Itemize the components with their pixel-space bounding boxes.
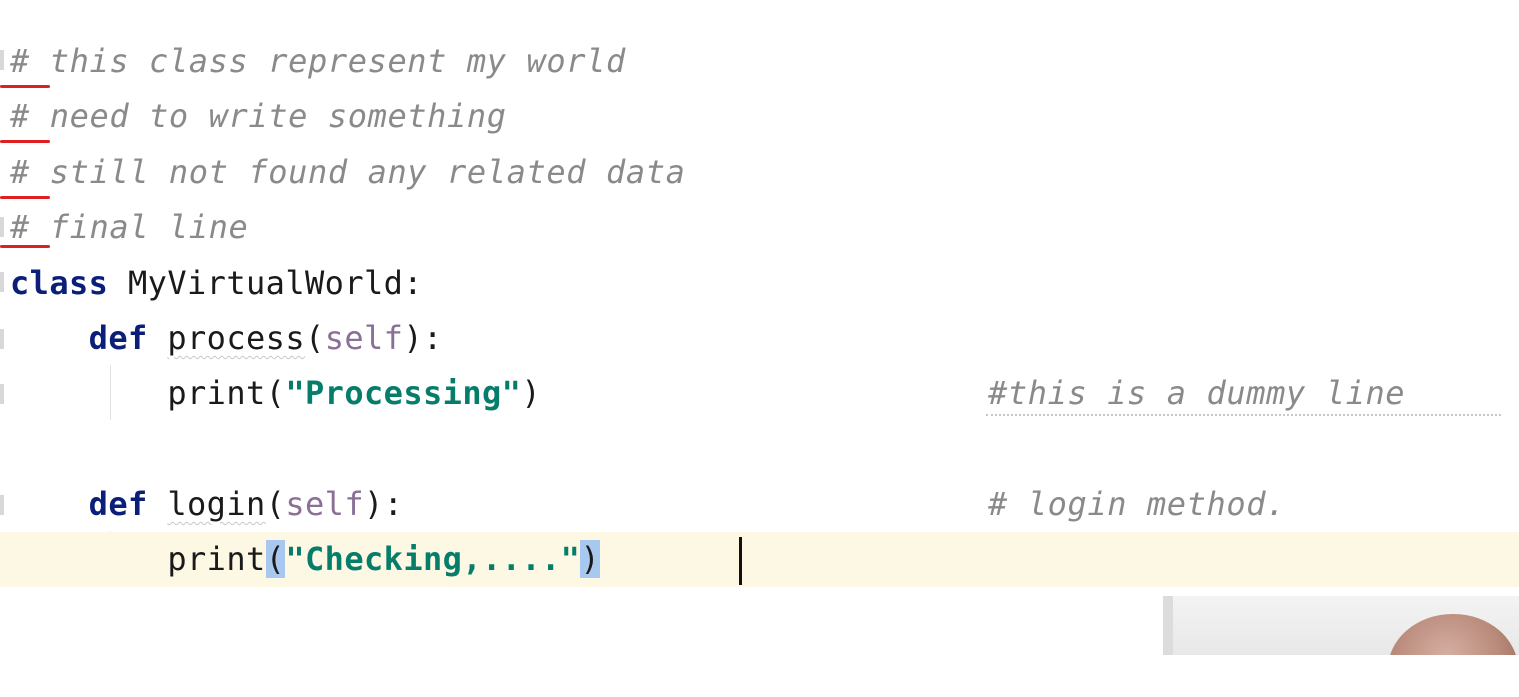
- string-literal: "Checking,....": [285, 540, 581, 578]
- comment-text: # need to write something: [10, 97, 507, 135]
- print-function: print: [167, 540, 266, 578]
- string-literal: "Processing": [285, 374, 522, 412]
- comment-text: # this class represent my world: [10, 42, 626, 80]
- method-declaration: def login(self):: [10, 477, 403, 532]
- code-line-10-current[interactable]: print("Checking,...."): [0, 532, 1519, 587]
- webcam-overlay: [1163, 596, 1519, 655]
- keyword-class: class: [10, 264, 109, 302]
- print-statement: print("Checking,...."): [10, 532, 600, 587]
- paren-open: (: [265, 485, 286, 523]
- presenter-head: [1388, 614, 1518, 655]
- error-underline: [0, 85, 50, 88]
- code-line-6[interactable]: def process(self):: [0, 311, 1519, 366]
- paren-open-matched: (: [265, 540, 286, 578]
- self-param: self: [324, 319, 404, 357]
- comment-text: # still not found any related data: [10, 153, 686, 191]
- error-underline: [0, 196, 50, 199]
- method-declaration: def process(self):: [10, 311, 443, 366]
- paren-open: (: [305, 319, 325, 357]
- inline-comment: #this is a dummy line: [988, 374, 1406, 412]
- paren-open: (: [265, 374, 286, 412]
- code-line-4[interactable]: # final line: [0, 200, 1519, 255]
- error-underline: [0, 245, 50, 248]
- paren-close-matched: ): [580, 540, 600, 578]
- error-underline: [0, 140, 50, 143]
- class-declaration: class MyVirtualWorld:: [10, 256, 423, 311]
- class-name: MyVirtualWorld:: [108, 264, 423, 302]
- code-line-3[interactable]: # still not found any related data: [0, 145, 1519, 200]
- code-editor[interactable]: # this class represent my world # need t…: [0, 0, 1519, 655]
- paren-close: ):: [403, 319, 443, 357]
- print-statement: print("Processing"): [10, 366, 541, 421]
- code-line-8-blank[interactable]: [0, 421, 1519, 476]
- comment-underline: [986, 414, 1501, 416]
- print-function: print: [167, 374, 266, 412]
- code-line-1[interactable]: # this class represent my world: [0, 34, 1519, 89]
- code-line-7[interactable]: print("Processing") #this is a dummy lin…: [0, 366, 1519, 421]
- inline-comment: # login method.: [988, 485, 1286, 523]
- keyword-def: def: [88, 319, 148, 357]
- text-caret: [739, 537, 742, 585]
- paren-close: ):: [364, 485, 404, 523]
- code-line-9[interactable]: def login(self): # login method.: [0, 477, 1519, 532]
- code-line-5[interactable]: class MyVirtualWorld:: [0, 256, 1519, 311]
- method-name: process: [167, 319, 306, 357]
- self-param: self: [285, 485, 365, 523]
- paren-close: ): [521, 374, 541, 412]
- method-name: login: [167, 485, 266, 523]
- keyword-def: def: [88, 485, 148, 523]
- code-line-2[interactable]: # need to write something: [0, 89, 1519, 144]
